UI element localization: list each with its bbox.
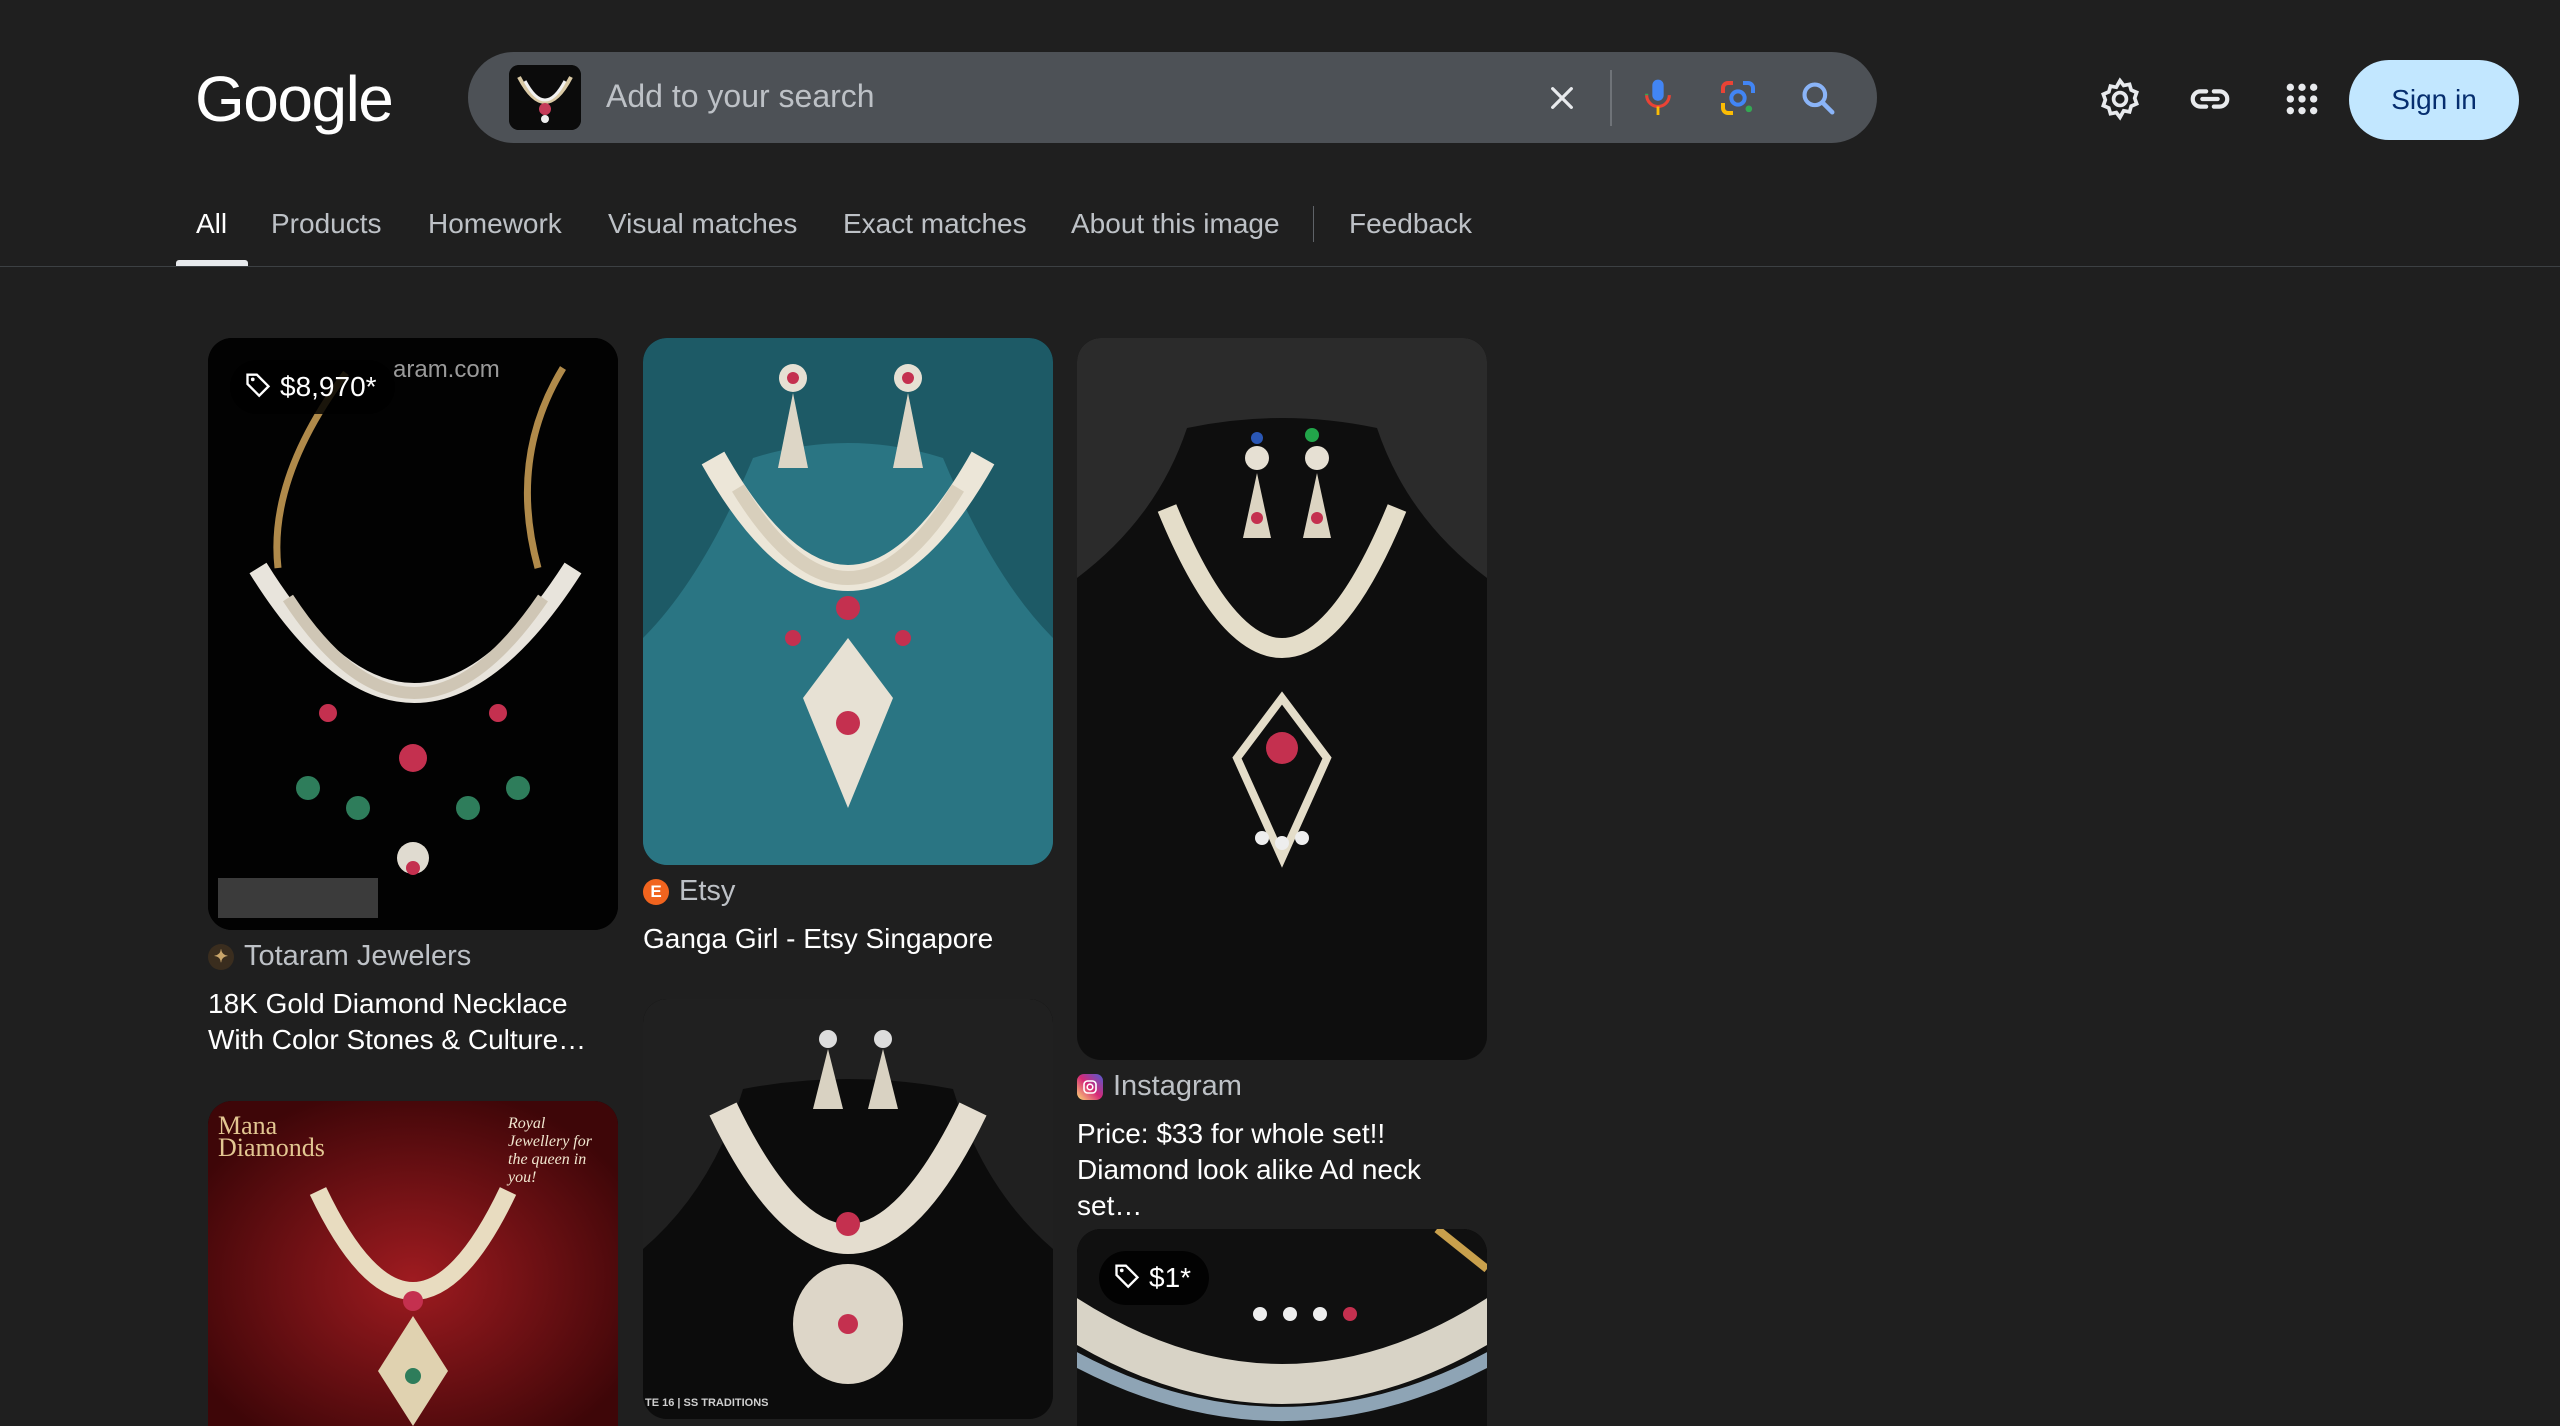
- etsy-favicon: E: [643, 878, 669, 905]
- active-tab-indicator: [176, 260, 248, 266]
- brand-tagline: Royal Jewellery for the queen in you!: [508, 1115, 592, 1186]
- result-source[interactable]: ✦ Totaram Jewelers: [208, 940, 471, 973]
- totaram-favicon: ✦: [208, 943, 234, 970]
- source-name: Etsy: [679, 875, 736, 907]
- price-value: $1*: [1149, 1262, 1192, 1293]
- tab-products[interactable]: Products: [271, 208, 382, 240]
- sign-in-button[interactable]: Sign in: [2349, 60, 2519, 140]
- price-value: $8,970*: [280, 371, 377, 402]
- result-image[interactable]: $1*: [1077, 1229, 1487, 1426]
- search-icon[interactable]: [1794, 74, 1842, 122]
- result-image[interactable]: [1077, 338, 1487, 1060]
- search-box[interactable]: Add to your search: [468, 52, 1877, 143]
- source-name: Totaram Jewelers: [244, 940, 472, 972]
- result-title[interactable]: Ganga Girl - Etsy Singapore: [643, 921, 1043, 957]
- image-watermark: aram.com: [393, 356, 500, 383]
- tab-feedback[interactable]: Feedback: [1349, 208, 1472, 240]
- settings-gear-icon[interactable]: [2096, 75, 2144, 123]
- searchbox-divider: [1610, 70, 1612, 126]
- apps-grid-icon[interactable]: [2278, 75, 2326, 123]
- link-icon[interactable]: [2186, 75, 2234, 123]
- price-badge: $8,970*: [230, 360, 395, 414]
- tab-exact-matches[interactable]: Exact matches: [843, 208, 1027, 240]
- result-source[interactable]: Instagram: [1077, 1070, 1242, 1103]
- source-name: Instagram: [1113, 1070, 1242, 1102]
- search-image-thumbnail[interactable]: [509, 65, 581, 130]
- tab-all[interactable]: All: [196, 208, 227, 240]
- microphone-icon[interactable]: [1634, 74, 1682, 122]
- brand-logo-text: Mana Diamonds: [218, 1111, 325, 1162]
- image-watermark: TE 16 | SS TRADITIONS: [645, 1397, 769, 1409]
- clear-icon[interactable]: [1538, 74, 1586, 122]
- price-tag-icon: [1113, 1261, 1141, 1296]
- tab-visual-matches[interactable]: Visual matches: [608, 208, 797, 240]
- price-tag-icon: [244, 370, 272, 405]
- tab-separator: [1313, 206, 1314, 242]
- tab-homework[interactable]: Homework: [428, 208, 562, 240]
- result-source[interactable]: E Etsy: [643, 875, 735, 908]
- search-input[interactable]: Add to your search: [606, 78, 875, 115]
- result-image[interactable]: aram.com $8,970*: [208, 338, 618, 930]
- result-title[interactable]: Price: $33 for whole set!! Diamond look …: [1077, 1116, 1477, 1224]
- filter-tabs: All Products Homework Visual matches Exa…: [0, 196, 2560, 267]
- tab-about-this-image[interactable]: About this image: [1071, 208, 1280, 240]
- instagram-favicon: [1077, 1073, 1103, 1100]
- result-image[interactable]: Mana Diamonds Royal Jewellery for the qu…: [208, 1101, 618, 1426]
- result-image[interactable]: TE 16 | SS TRADITIONS: [643, 999, 1053, 1419]
- google-logo[interactable]: Google: [195, 62, 394, 136]
- result-image[interactable]: [643, 338, 1053, 865]
- google-lens-icon[interactable]: [1714, 74, 1762, 122]
- result-title[interactable]: 18K Gold Diamond Necklace With Color Sto…: [208, 986, 608, 1058]
- price-badge: $1*: [1099, 1251, 1210, 1305]
